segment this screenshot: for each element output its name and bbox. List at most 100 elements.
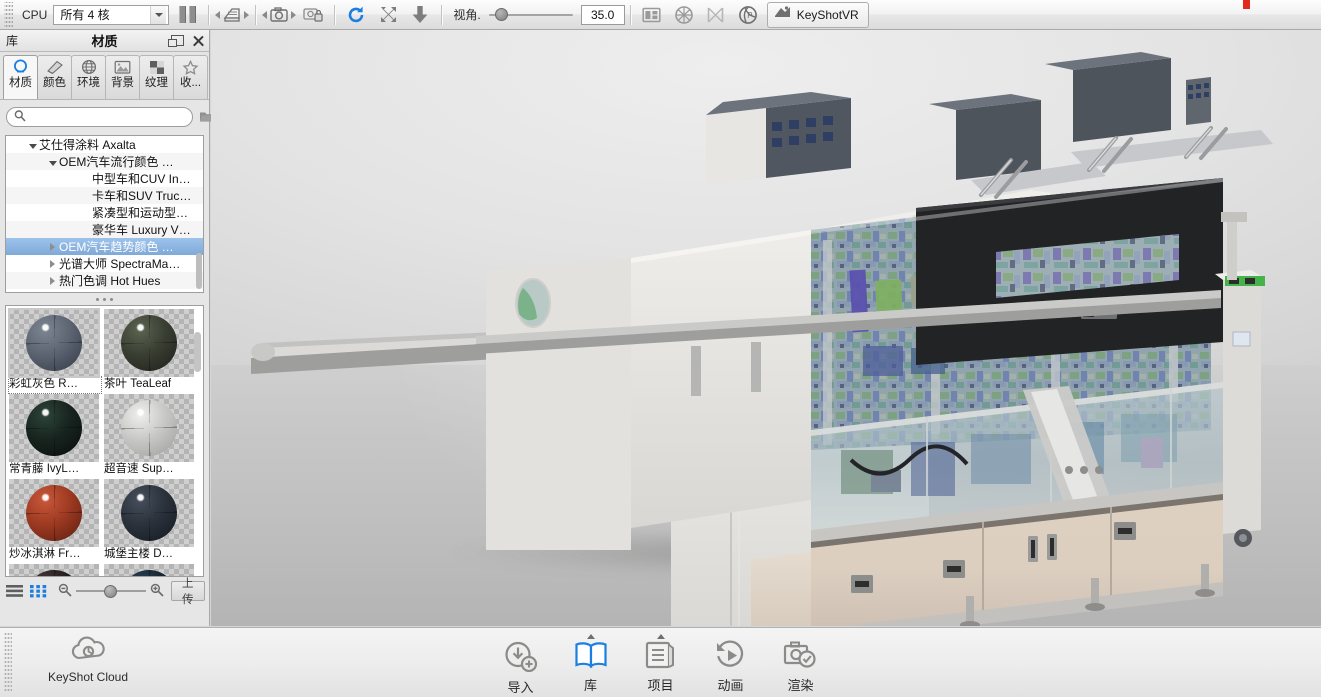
keyshotvr-button[interactable]: KeyShotVR bbox=[767, 2, 869, 28]
expand-toggle-icon[interactable] bbox=[26, 138, 39, 152]
lock-camera-button[interactable] bbox=[297, 1, 329, 29]
tree-item-selected[interactable]: OEM汽车趋势颜色 … bbox=[6, 238, 203, 255]
aperture-button[interactable]: P bbox=[732, 1, 764, 29]
toolbar-separator bbox=[208, 5, 209, 25]
material-label: 彩虹灰色 R… bbox=[9, 377, 101, 393]
zoom-out-icon[interactable] bbox=[58, 583, 72, 600]
region-button[interactable] bbox=[668, 1, 700, 29]
slider-handle[interactable] bbox=[104, 585, 117, 598]
slider-handle[interactable] bbox=[495, 8, 508, 21]
tree-item[interactable]: 光谱大师 SpectraMa… bbox=[6, 255, 203, 272]
material-swatch[interactable]: 超音速 Sup… bbox=[104, 394, 199, 479]
material-swatch[interactable]: 茶叶 TeaLeaf bbox=[104, 309, 199, 394]
dock-button-library[interactable]: 库 bbox=[562, 634, 620, 696]
render-viewport[interactable] bbox=[211, 30, 1321, 626]
search-box[interactable] bbox=[6, 107, 193, 127]
dock-button-project-label: 项目 bbox=[647, 675, 673, 694]
thumbnail-size-slider[interactable] bbox=[58, 583, 164, 600]
material-swatch[interactable] bbox=[9, 564, 104, 577]
scene-render bbox=[211, 30, 1321, 626]
library-icon bbox=[574, 640, 608, 673]
expand-toggle-icon[interactable] bbox=[46, 155, 59, 169]
tab-favorites[interactable]: 收... bbox=[173, 55, 208, 99]
pause-render-button[interactable] bbox=[171, 1, 203, 29]
expand-toggle-icon[interactable] bbox=[46, 257, 59, 271]
material-swatch[interactable]: 彩虹灰色 R… bbox=[9, 309, 104, 394]
cpu-label: CPU bbox=[16, 8, 53, 22]
hud-icon bbox=[642, 7, 661, 23]
float-panel-icon[interactable] bbox=[171, 35, 184, 46]
expand-toggle-icon[interactable] bbox=[46, 274, 59, 288]
grid-view-icon[interactable] bbox=[30, 583, 47, 599]
dock-button-import[interactable]: 导入 bbox=[492, 634, 550, 696]
library-footer: 上传 bbox=[0, 577, 209, 605]
tab-materials[interactable]: 材质 bbox=[3, 55, 38, 99]
resize-button[interactable] bbox=[372, 1, 404, 29]
material-swatch[interactable] bbox=[104, 564, 199, 577]
panel-splitter[interactable] bbox=[0, 293, 209, 305]
tree-item-label: 热门色调 Hot Hues bbox=[59, 272, 160, 289]
dock-button-project[interactable]: 项目 bbox=[632, 634, 690, 696]
close-icon[interactable] bbox=[191, 34, 205, 48]
pan-button[interactable] bbox=[700, 1, 732, 29]
tree-item[interactable]: 豪华车 Luxury V… bbox=[6, 221, 203, 238]
tree-item[interactable]: 中型车和CUV In… bbox=[6, 170, 203, 187]
tab-colors-label: 颜色 bbox=[43, 76, 66, 90]
tree-item[interactable]: 卡车和SUV Truc… bbox=[6, 187, 203, 204]
library-search-bar bbox=[0, 100, 209, 130]
pan-icon bbox=[706, 6, 725, 24]
core-count-combo[interactable]: 所有 4 核 bbox=[53, 5, 169, 25]
tree-item-label: OEM汽车趋势颜色 … bbox=[59, 238, 174, 255]
toolbar-separator bbox=[441, 5, 442, 25]
library-panel: 库 材质 材质 bbox=[0, 30, 210, 626]
library-titlebar: 库 材质 bbox=[0, 30, 209, 52]
upload-button[interactable]: 上传 bbox=[171, 581, 205, 601]
expand-toggle-icon[interactable] bbox=[46, 240, 59, 254]
tab-materials-label: 材质 bbox=[9, 76, 32, 90]
dock-button-import-label: 导入 bbox=[507, 677, 533, 696]
tab-environments[interactable]: 环境 bbox=[71, 55, 106, 99]
dock-button-render[interactable]: 渲染 bbox=[772, 634, 830, 696]
tab-textures[interactable]: 纹理 bbox=[139, 55, 174, 99]
material-swatch[interactable]: 炒冰淇淋 Fr… bbox=[9, 479, 104, 564]
dock-button-animation[interactable]: 动画 bbox=[702, 634, 760, 696]
tree-item-label: 紧凑型和运动型… bbox=[92, 204, 188, 221]
material-swatch[interactable]: 常青藤 IvyL… bbox=[9, 394, 104, 479]
grid-scrollbar[interactable] bbox=[194, 332, 201, 372]
search-input[interactable] bbox=[31, 111, 185, 123]
library-tabs: 材质 颜色 环境 bbox=[0, 52, 209, 100]
camera-button[interactable] bbox=[261, 1, 297, 29]
perspective-slider[interactable] bbox=[489, 8, 573, 22]
dock-button-library-label: 库 bbox=[584, 675, 597, 694]
perspective-value-input[interactable]: 35.0 bbox=[581, 5, 625, 25]
material-label: 超音速 Sup… bbox=[104, 462, 196, 478]
tree-item-label: 豪华车 Luxury V… bbox=[92, 221, 191, 238]
list-view-icon[interactable] bbox=[6, 583, 23, 599]
snapshot-icon bbox=[411, 5, 429, 24]
tree-item[interactable]: 热门色调 Hot Hues bbox=[6, 272, 203, 289]
dock-button-animation-label: 动画 bbox=[717, 675, 743, 694]
chevron-down-icon bbox=[150, 6, 166, 24]
tree-item[interactable]: 艾仕得涂料 Axalta bbox=[6, 136, 203, 153]
material-swatch-grid[interactable]: 彩虹灰色 R… 茶叶 TeaLeaf 常青藤 IvyL… 超音速 Sup… 炒冰… bbox=[5, 305, 204, 577]
import-icon bbox=[502, 640, 540, 675]
refresh-button[interactable] bbox=[340, 1, 372, 29]
material-swatch[interactable]: 城堡主楼 D… bbox=[104, 479, 199, 564]
tree-scrollbar[interactable] bbox=[196, 253, 202, 289]
snapshot-button[interactable] bbox=[404, 1, 436, 29]
tab-colors[interactable]: 颜色 bbox=[37, 55, 72, 99]
tree-item[interactable]: 紧凑型和运动型… bbox=[6, 204, 203, 221]
keyshotvr-icon bbox=[774, 5, 792, 24]
svg-text:P: P bbox=[747, 11, 752, 20]
caret-up-icon bbox=[587, 634, 595, 639]
material-icon bbox=[12, 58, 29, 76]
toolbar-drag-handle[interactable] bbox=[4, 2, 13, 28]
performance-mode-button[interactable] bbox=[214, 1, 250, 29]
zoom-in-icon[interactable] bbox=[150, 583, 164, 600]
dock-buttons: 导入 库 bbox=[0, 634, 1321, 696]
resize-icon bbox=[379, 5, 398, 24]
hud-button[interactable] bbox=[636, 1, 668, 29]
material-category-tree[interactable]: 艾仕得涂料 Axalta OEM汽车流行颜色 … 中型车和CUV In… 卡车和… bbox=[5, 135, 204, 293]
tree-item[interactable]: OEM汽车流行颜色 … bbox=[6, 153, 203, 170]
tab-backplates[interactable]: 背景 bbox=[105, 55, 140, 99]
